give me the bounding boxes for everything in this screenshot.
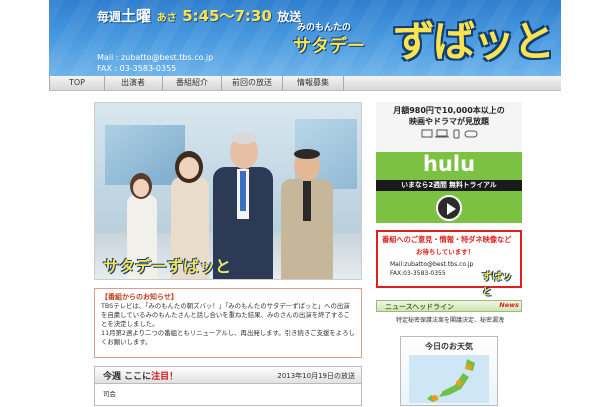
broadcast-day: 土曜 (121, 7, 152, 25)
japan-map-icon (427, 359, 475, 402)
opinion-title: 番組へのご意見・情報・特ダネ映像など (382, 235, 512, 244)
opinion-contact: Mail:zubatto@best.tbs.co.jp FAX:03-3583-… (390, 260, 473, 278)
nav-top[interactable]: TOP (49, 76, 105, 90)
weather-map (409, 355, 489, 403)
site-header: 毎週土曜 あさ 5:45～7:30 放送 Mail : zubatto@best… (49, 0, 561, 76)
header-contact: Mail : zubatto@best.tbs.co.jp FAX : 03-3… (97, 52, 213, 74)
this-week-section: 今週 ここに注目！ 2013年10月19日の放送 司会 (94, 366, 362, 406)
main-nav: TOP 出演者 番組紹介 前回の放送 情報募集 (49, 76, 561, 91)
opinion-logo: ずばッと (482, 272, 512, 298)
hulu-trial-text: いまなら2週間 無料トライアル (376, 180, 522, 191)
broadcast-date: 2013年10月19日の放送 (277, 372, 355, 380)
nav-program[interactable]: 番組紹介 (163, 76, 222, 90)
hulu-ad-line-1: 月額980円で10,000本以上の (393, 106, 505, 115)
announcement-title: 【番組からのお知らせ】 (101, 293, 178, 301)
hulu-ad-line-2: 映画やドラマが見放題 (409, 117, 489, 126)
news-headline-title: ニュースヘッドライン (385, 303, 455, 311)
opinion-fax: FAX:03-3583-0355 (390, 270, 446, 277)
news-headline-section: ニュースヘッドライン News 特定秘密保護法案を閣議決定、秘密漏洩 (376, 300, 522, 326)
news-badge: News (499, 301, 519, 309)
this-week-title-highlight: 注目！ (151, 372, 179, 382)
cast-photo: サタデーずばッと (94, 102, 362, 280)
cast-member-4 (281, 145, 333, 279)
logo-main-text: ずばッと (393, 17, 555, 66)
opinion-mail: Mail:zubatto@best.tbs.co.jp (390, 261, 474, 268)
broadcast-every: 毎週 (97, 10, 122, 24)
weather-title: 今日のお天気 (425, 342, 473, 351)
this-week-title-pre: 今週 (103, 372, 122, 382)
photo-logo: サタデーずばッと (103, 257, 232, 276)
opinion-request-banner[interactable]: 番組へのご意見・情報・特ダネ映像など お待ちしています！ Mail:zubatt… (376, 230, 522, 298)
this-week-title: 今週 ここに注目！ (103, 369, 178, 382)
broadcast-morning: あさ (156, 13, 177, 24)
play-icon[interactable] (436, 195, 462, 221)
news-item[interactable]: 特定秘密保護法案を閣議決定、秘密漏洩 (396, 315, 504, 324)
host-label: 司会 (103, 390, 116, 398)
page: 毎週土曜 あさ 5:45～7:30 放送 Mail : zubatto@best… (0, 0, 610, 406)
right-gutter (561, 0, 610, 400)
broadcast-time: 毎週土曜 あさ 5:45～7:30 放送 (97, 5, 301, 26)
hulu-ad-top: 月額980円で10,000本以上の 映画やドラマが見放題 (376, 102, 522, 152)
nav-info-request[interactable]: 情報募集 (283, 76, 344, 90)
program-logo[interactable]: みのもんたの サタデー ずばッと (293, 10, 555, 70)
broadcast-hours: 5:45～7:30 (182, 7, 272, 25)
left-gutter (0, 0, 49, 400)
header-mail: Mail : zubatto@best.tbs.co.jp (97, 53, 214, 62)
devices-icon (421, 129, 478, 139)
header-fax: FAX : 03-3583-0355 (97, 64, 177, 73)
announcement-body-2: 11月第2週より二つの番組ともリニューアルし、再出発します。引き続きご支援をよろ… (101, 329, 355, 346)
announcement-body-1: TBSテレビは、「みのもんたの朝ズバッ！」「みのもんたのサタデーずばッと」への出… (101, 302, 351, 328)
nav-previous[interactable]: 前回の放送 (222, 76, 283, 90)
logo-saturday-text: サタデー (293, 36, 365, 57)
opinion-subtitle: お待ちしています！ (416, 248, 475, 256)
this-week-header: 今週 ここに注目！ 2013年10月19日の放送 (95, 367, 361, 384)
hulu-ad-banner[interactable]: 月額980円で10,000本以上の 映画やドラマが見放題 hulu いまなら2週… (376, 102, 522, 223)
hulu-logo: hulu (422, 152, 476, 176)
news-headline-bar: ニュースヘッドライン News (376, 300, 522, 312)
this-week-title-mid: ここに (124, 372, 152, 382)
weather-widget[interactable]: 今日のお天気 (400, 336, 498, 406)
announcement-box: 【番組からのお知らせ】 TBSテレビは、「みのもんたの朝ズバッ！」「みのもんたの… (94, 288, 362, 358)
nav-cast[interactable]: 出演者 (104, 76, 163, 90)
